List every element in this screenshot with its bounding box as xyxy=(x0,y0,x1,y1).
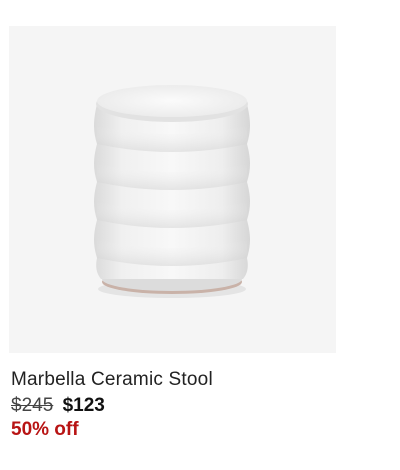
original-price: $245 xyxy=(11,395,54,416)
price-row: $245 $123 xyxy=(11,395,105,417)
discount-label: 50% off xyxy=(11,419,79,440)
ceramic-stool-illustration xyxy=(94,85,250,298)
product-card[interactable]: Marbella Ceramic Stool $245 $123 50% off xyxy=(0,0,400,470)
product-image[interactable] xyxy=(9,26,336,353)
sale-price: $123 xyxy=(62,395,105,416)
product-title[interactable]: Marbella Ceramic Stool xyxy=(11,369,213,391)
